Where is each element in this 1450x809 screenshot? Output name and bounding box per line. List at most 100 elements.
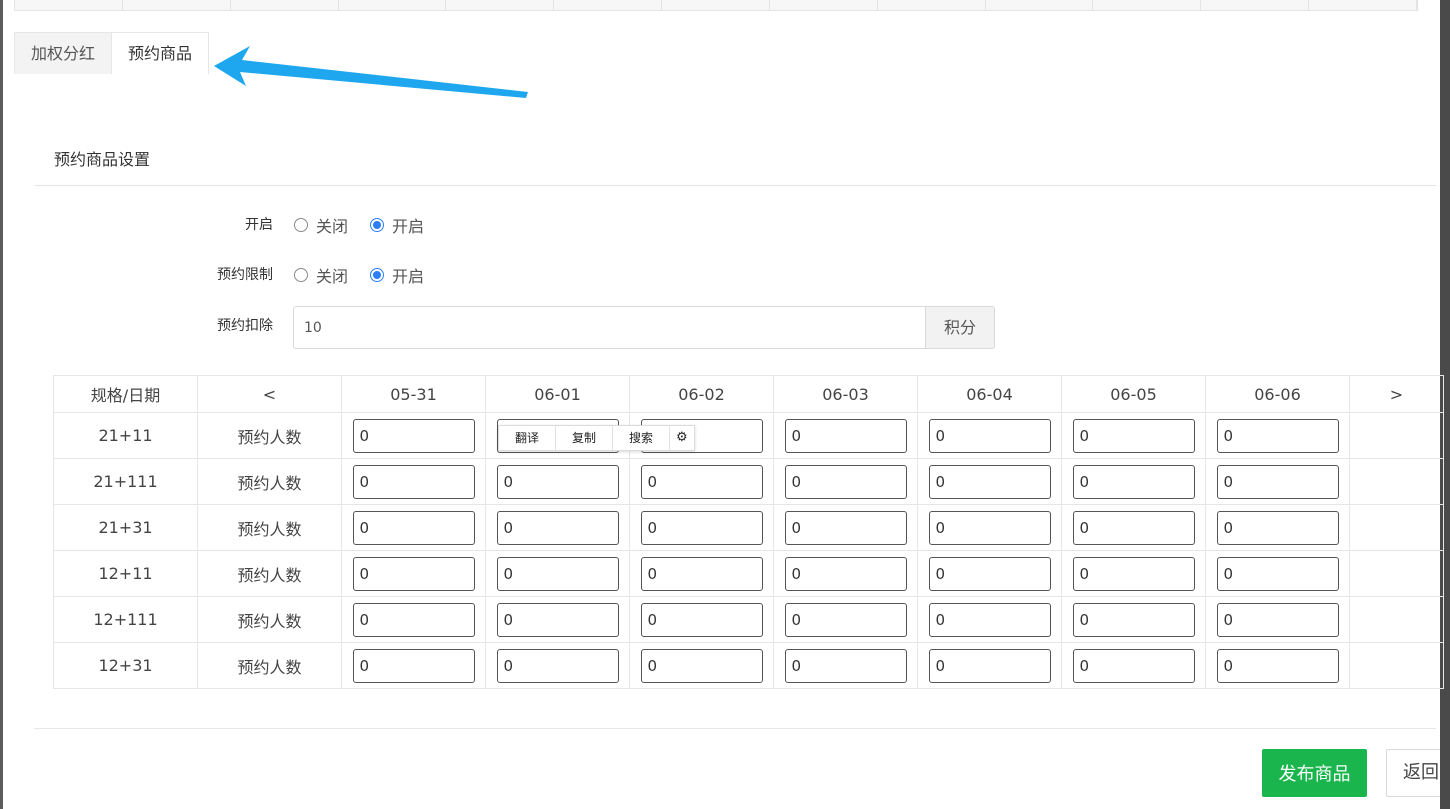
reservation-count-input[interactable]: [640, 648, 763, 683]
row-type-cell: 预约人数: [197, 550, 342, 597]
reservation-count-input[interactable]: [1216, 602, 1339, 637]
footer-divider: [34, 728, 1436, 729]
row-type-cell: 预约人数: [197, 458, 342, 505]
reservation-count-input[interactable]: [928, 510, 1051, 545]
next-dates-button[interactable]: >: [1349, 375, 1444, 413]
table-row: 12+111 预约人数: [53, 596, 1444, 643]
enable-label: 开启: [245, 217, 273, 233]
tab-bar: 加权分红 预约商品: [14, 32, 210, 74]
tab-weighted-dividend[interactable]: 加权分红: [14, 32, 113, 74]
table-row: 21+31 预约人数: [53, 504, 1444, 551]
reservation-count-input[interactable]: [640, 602, 763, 637]
reservation-count-input[interactable]: [928, 556, 1051, 591]
reservation-count-input[interactable]: [640, 556, 763, 591]
row-type-cell: 预约人数: [197, 412, 342, 459]
empty-cell: [1349, 458, 1444, 505]
empty-cell: [1349, 596, 1444, 643]
reservation-count-input[interactable]: [1216, 418, 1339, 453]
table-row: 21+11 预约人数: [53, 412, 1444, 459]
reservation-count-input[interactable]: [1216, 648, 1339, 683]
reservation-count-input[interactable]: [496, 510, 619, 545]
reservation-count-input[interactable]: [496, 464, 619, 499]
deduct-label: 预约扣除: [217, 318, 273, 334]
reservation-count-input[interactable]: [928, 602, 1051, 637]
limit-radio-group: 关闭 开启: [294, 263, 446, 287]
reservation-count-input[interactable]: [352, 464, 475, 499]
reservation-count-input[interactable]: [784, 418, 907, 453]
limit-label: 预约限制: [217, 267, 273, 283]
gear-icon[interactable]: ⚙: [670, 426, 694, 450]
date-header: 06-01: [485, 375, 630, 413]
reservation-count-input[interactable]: [784, 648, 907, 683]
reservation-count-input[interactable]: [928, 418, 1051, 453]
limit-on-label[interactable]: 开启: [392, 263, 424, 287]
reservation-count-input[interactable]: [352, 418, 475, 453]
reservation-count-input[interactable]: [496, 648, 619, 683]
tab-reservation-goods[interactable]: 预约商品: [111, 32, 210, 74]
empty-cell: [1349, 550, 1444, 597]
reservation-count-input[interactable]: [496, 602, 619, 637]
reservation-count-input[interactable]: [352, 602, 475, 637]
reservation-count-input[interactable]: [352, 510, 475, 545]
back-button[interactable]: 返回: [1386, 749, 1440, 797]
annotation-arrow-icon: [214, 46, 528, 98]
reservation-count-input[interactable]: [1072, 510, 1195, 545]
limit-off-radio[interactable]: [294, 268, 308, 282]
reservation-count-input[interactable]: [784, 556, 907, 591]
table-row: 12+31 预约人数: [53, 642, 1444, 689]
window-edge-left: [0, 0, 3, 809]
reservation-count-input[interactable]: [928, 648, 1051, 683]
enable-off-label[interactable]: 关闭: [316, 213, 348, 237]
reservation-count-input[interactable]: [784, 510, 907, 545]
section-title: 预约商品设置: [54, 150, 151, 169]
points-unit-addon: 积分: [925, 306, 995, 349]
translate-button[interactable]: 翻译: [499, 426, 557, 450]
reservation-count-input[interactable]: [640, 510, 763, 545]
table-row: 12+11 预约人数: [53, 550, 1444, 597]
date-header: 06-05: [1061, 375, 1206, 413]
reservation-count-input[interactable]: [1216, 556, 1339, 591]
reservation-table: 规格/日期 < 05-31 06-01 06-02 06-03 06-04 06…: [53, 375, 1444, 689]
enable-off-radio[interactable]: [294, 218, 308, 232]
reservation-count-input[interactable]: [784, 464, 907, 499]
prev-dates-button[interactable]: <: [197, 375, 342, 413]
text-selection-popup: 翻译 复制 搜索 ⚙: [498, 425, 695, 451]
date-header: 06-04: [917, 375, 1062, 413]
limit-on-radio[interactable]: [370, 268, 385, 282]
date-header: 06-02: [629, 375, 774, 413]
reservation-count-input[interactable]: [1072, 556, 1195, 591]
empty-cell: [1349, 412, 1444, 459]
table-row: 21+111 预约人数: [53, 458, 1444, 505]
reservation-count-input[interactable]: [352, 556, 475, 591]
spec-cell: 12+111: [53, 596, 198, 643]
spec-cell: 12+11: [53, 550, 198, 597]
deduct-points-input[interactable]: [293, 306, 925, 349]
spec-cell: 12+31: [53, 642, 198, 689]
reservation-count-input[interactable]: [1216, 510, 1339, 545]
copy-button[interactable]: 复制: [556, 426, 614, 450]
section-divider: [34, 185, 1436, 186]
limit-off-label[interactable]: 关闭: [316, 263, 348, 287]
enable-on-label[interactable]: 开启: [392, 213, 424, 237]
reservation-count-input[interactable]: [1216, 464, 1339, 499]
reservation-count-input[interactable]: [928, 464, 1051, 499]
row-type-cell: 预约人数: [197, 504, 342, 551]
row-type-cell: 预约人数: [197, 596, 342, 643]
reservation-count-input[interactable]: [496, 556, 619, 591]
search-button[interactable]: 搜索: [613, 426, 671, 450]
enable-on-radio[interactable]: [370, 218, 385, 232]
top-table-strip: [14, 0, 1418, 11]
reservation-count-input[interactable]: [784, 602, 907, 637]
reservation-count-input[interactable]: [1072, 464, 1195, 499]
spec-cell: 21+11: [53, 412, 198, 459]
spec-date-header: 规格/日期: [53, 375, 198, 413]
enable-radio-group: 关闭 开启: [294, 213, 446, 237]
reservation-count-input[interactable]: [640, 464, 763, 499]
reservation-count-input[interactable]: [1072, 648, 1195, 683]
spec-cell: 21+31: [53, 504, 198, 551]
publish-button[interactable]: 发布商品: [1262, 749, 1367, 797]
reservation-count-input[interactable]: [352, 648, 475, 683]
empty-cell: [1349, 642, 1444, 689]
reservation-count-input[interactable]: [1072, 418, 1195, 453]
reservation-count-input[interactable]: [1072, 602, 1195, 637]
